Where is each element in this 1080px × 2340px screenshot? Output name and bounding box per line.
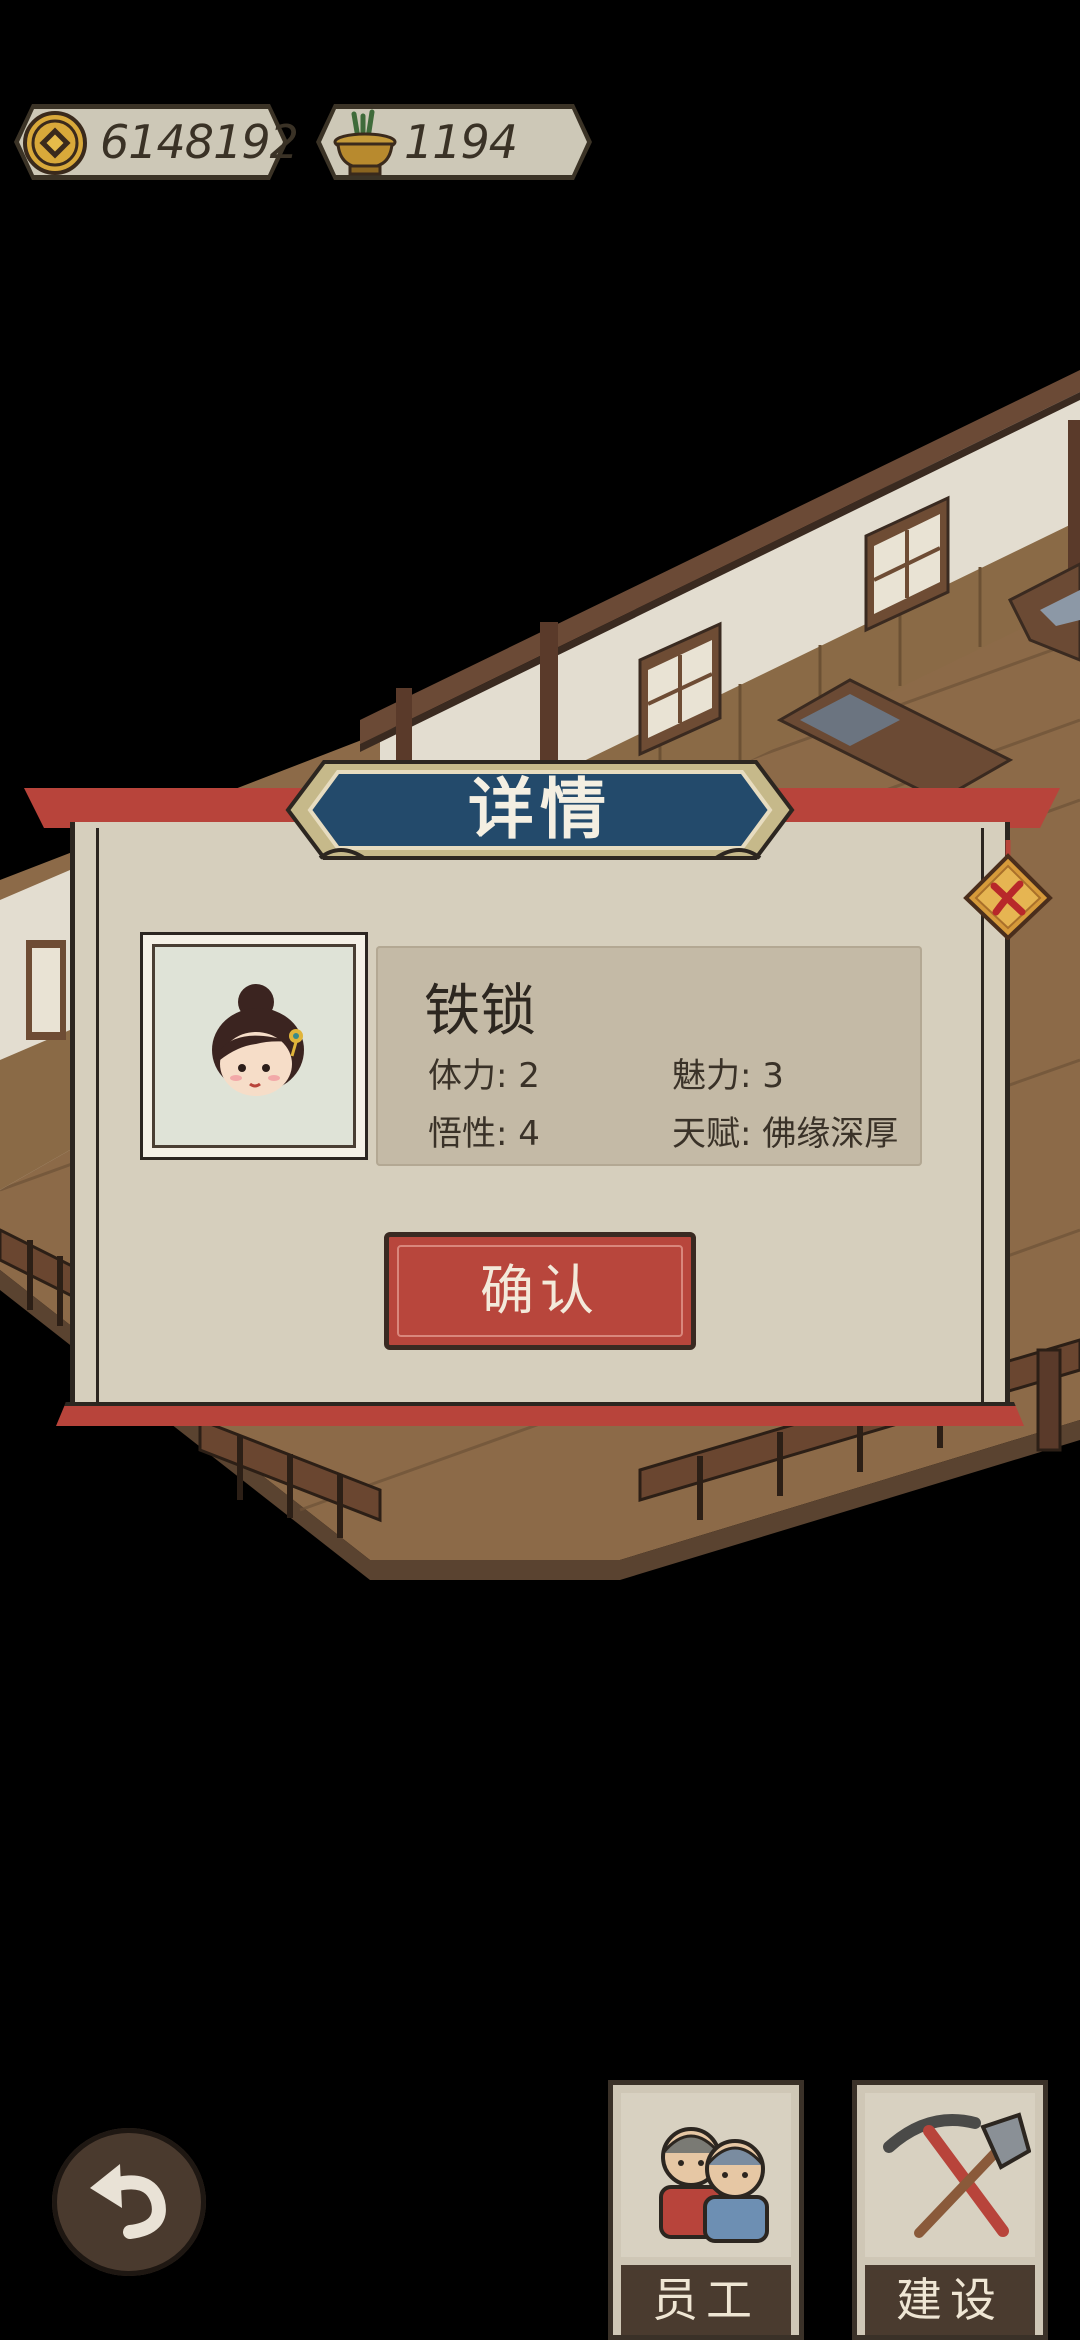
staff-button[interactable]: 员工: [608, 2080, 804, 2340]
stat-talent: 天赋: 佛缘深厚: [672, 1106, 898, 1155]
staff-icon: [659, 2127, 769, 2243]
stat-charm-value: 3: [762, 1056, 784, 1096]
stat-comprehension: 悟性: 4: [428, 1106, 540, 1155]
incense-amount: 1194: [404, 115, 518, 169]
coin-amount: 6148192: [100, 115, 299, 169]
pickaxe-shovel-icon: [883, 2112, 1031, 2238]
close-icon[interactable]: [958, 840, 1058, 940]
stat-comprehension-value: 4: [518, 1114, 540, 1154]
dialog-bottom-band: [56, 1402, 1024, 1426]
staff-label: 员工: [652, 2273, 760, 2327]
character-name: 铁锁: [424, 979, 536, 1044]
stat-stamina-label: 体力:: [428, 1056, 508, 1096]
confirm-button[interactable]: 确认: [384, 1232, 696, 1350]
staff-art: [621, 2093, 791, 2257]
stat-comprehension-label: 悟性:: [428, 1114, 508, 1154]
confirm-button-label: 确认: [480, 1259, 600, 1322]
build-button[interactable]: 建设: [852, 2080, 1048, 2340]
stat-stamina-value: 2: [518, 1056, 540, 1096]
back-button[interactable]: [52, 2128, 206, 2276]
character-avatar: [212, 984, 304, 1096]
build-label: 建设: [896, 2273, 1004, 2327]
stat-charm: 魅力: 3: [672, 1048, 784, 1097]
undo-arrow-icon: [90, 2164, 166, 2239]
build-art: [865, 2093, 1035, 2257]
incense-burner-icon: [333, 109, 397, 176]
coin-icon: [23, 111, 87, 175]
stat-charm-label: 魅力:: [672, 1056, 752, 1096]
dialog-title: 详情: [468, 771, 612, 848]
stat-talent-label: 天赋:: [672, 1114, 752, 1154]
stat-talent-value: 佛缘深厚: [762, 1114, 899, 1154]
stat-stamina: 体力: 2: [428, 1048, 540, 1097]
